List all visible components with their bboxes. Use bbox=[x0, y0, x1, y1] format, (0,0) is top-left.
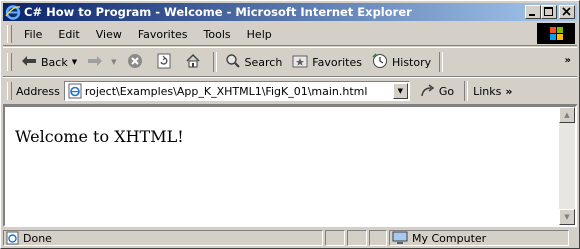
scroll-down-button[interactable]: ▼ bbox=[559, 209, 575, 225]
ie-logo-icon bbox=[5, 4, 21, 20]
history-label: History bbox=[392, 55, 432, 69]
address-input[interactable] bbox=[82, 84, 397, 98]
status-panel: Done bbox=[3, 230, 323, 246]
stop-icon bbox=[127, 53, 143, 72]
menu-view[interactable]: View bbox=[88, 28, 130, 41]
status-panel-blank bbox=[369, 230, 387, 246]
back-button[interactable]: Back ▼ bbox=[16, 55, 82, 70]
toolbar-separator bbox=[439, 52, 444, 72]
minimize-button[interactable] bbox=[525, 5, 541, 19]
forward-arrow-icon bbox=[87, 55, 103, 70]
menu-tools[interactable]: Tools bbox=[196, 28, 239, 41]
back-arrow-icon bbox=[21, 55, 37, 70]
chevron-down-icon: ▼ bbox=[397, 87, 403, 95]
zone-text: My Computer bbox=[412, 231, 487, 245]
go-arrow-icon bbox=[420, 84, 436, 98]
favorites-icon bbox=[292, 54, 308, 71]
status-bar: Done My Computer bbox=[3, 229, 577, 247]
search-icon bbox=[225, 53, 241, 72]
forward-dropdown-icon[interactable]: ▼ bbox=[111, 58, 116, 66]
address-bar: Address ▼ Go Links » bbox=[3, 77, 577, 105]
window-title: C# How to Program - Welcome - Microsoft … bbox=[24, 5, 412, 19]
home-button[interactable] bbox=[180, 53, 210, 72]
page-icon bbox=[67, 83, 83, 99]
zone-panel: My Computer bbox=[389, 230, 569, 246]
refresh-button[interactable] bbox=[152, 53, 180, 72]
page-done-icon bbox=[6, 231, 20, 245]
toolbar-grip[interactable] bbox=[7, 53, 12, 71]
links-overflow-chevron[interactable]: » bbox=[505, 85, 512, 98]
home-icon bbox=[185, 53, 201, 72]
maximize-icon bbox=[544, 7, 553, 16]
links-label: Links bbox=[473, 84, 502, 98]
menu-grip[interactable] bbox=[7, 25, 12, 43]
forward-button[interactable]: ▼ bbox=[82, 55, 121, 70]
minimize-icon bbox=[529, 14, 535, 16]
status-panel-blank bbox=[325, 230, 345, 246]
page-content: Welcome to XHTML! ▲ ▼ bbox=[3, 105, 577, 227]
address-dropdown-button[interactable]: ▼ bbox=[392, 83, 408, 99]
address-label: Address bbox=[16, 84, 60, 98]
favorites-button[interactable]: Favorites bbox=[287, 54, 367, 71]
address-field[interactable]: ▼ bbox=[63, 81, 410, 101]
status-text: Done bbox=[23, 231, 52, 245]
close-icon bbox=[562, 7, 571, 16]
menu-file[interactable]: File bbox=[16, 28, 50, 41]
vertical-scrollbar[interactable]: ▲ ▼ bbox=[559, 107, 575, 225]
close-button[interactable] bbox=[559, 5, 575, 19]
browser-window: C# How to Program - Welcome - Microsoft … bbox=[0, 0, 580, 249]
address-separator bbox=[464, 81, 469, 101]
address-grip[interactable] bbox=[7, 82, 12, 100]
menu-bar: File Edit View Favorites Tools Help bbox=[3, 23, 577, 46]
history-icon bbox=[372, 52, 388, 72]
standard-toolbar: Back ▼ ▼ Search Favorites History » bbox=[3, 47, 577, 77]
chevron-down-icon: ▼ bbox=[564, 213, 570, 221]
page-text: Welcome to XHTML! bbox=[15, 127, 184, 146]
history-button[interactable]: History bbox=[367, 52, 436, 72]
go-label: Go bbox=[438, 84, 455, 98]
refresh-icon bbox=[157, 53, 171, 72]
toolbar-separator bbox=[212, 52, 217, 72]
chevron-up-icon: ▲ bbox=[564, 111, 570, 119]
maximize-button[interactable] bbox=[541, 5, 557, 19]
menu-favorites[interactable]: Favorites bbox=[130, 28, 196, 41]
go-button[interactable]: Go bbox=[420, 84, 454, 98]
search-label: Search bbox=[244, 55, 283, 69]
computer-icon bbox=[392, 231, 408, 245]
back-label: Back bbox=[41, 55, 68, 69]
status-panel-blank bbox=[347, 230, 367, 246]
links-button[interactable]: Links » bbox=[473, 85, 512, 98]
menu-help[interactable]: Help bbox=[239, 28, 280, 41]
search-button[interactable]: Search bbox=[220, 53, 288, 72]
favorites-label: Favorites bbox=[312, 55, 362, 69]
back-dropdown-icon[interactable]: ▼ bbox=[72, 58, 77, 66]
title-bar[interactable]: C# How to Program - Welcome - Microsoft … bbox=[3, 3, 577, 21]
scroll-up-button[interactable]: ▲ bbox=[559, 107, 575, 123]
stop-button[interactable] bbox=[122, 53, 152, 72]
menu-edit[interactable]: Edit bbox=[50, 28, 87, 41]
windows-logo-icon bbox=[537, 23, 575, 44]
toolbar-overflow-chevron[interactable]: » bbox=[565, 55, 571, 66]
